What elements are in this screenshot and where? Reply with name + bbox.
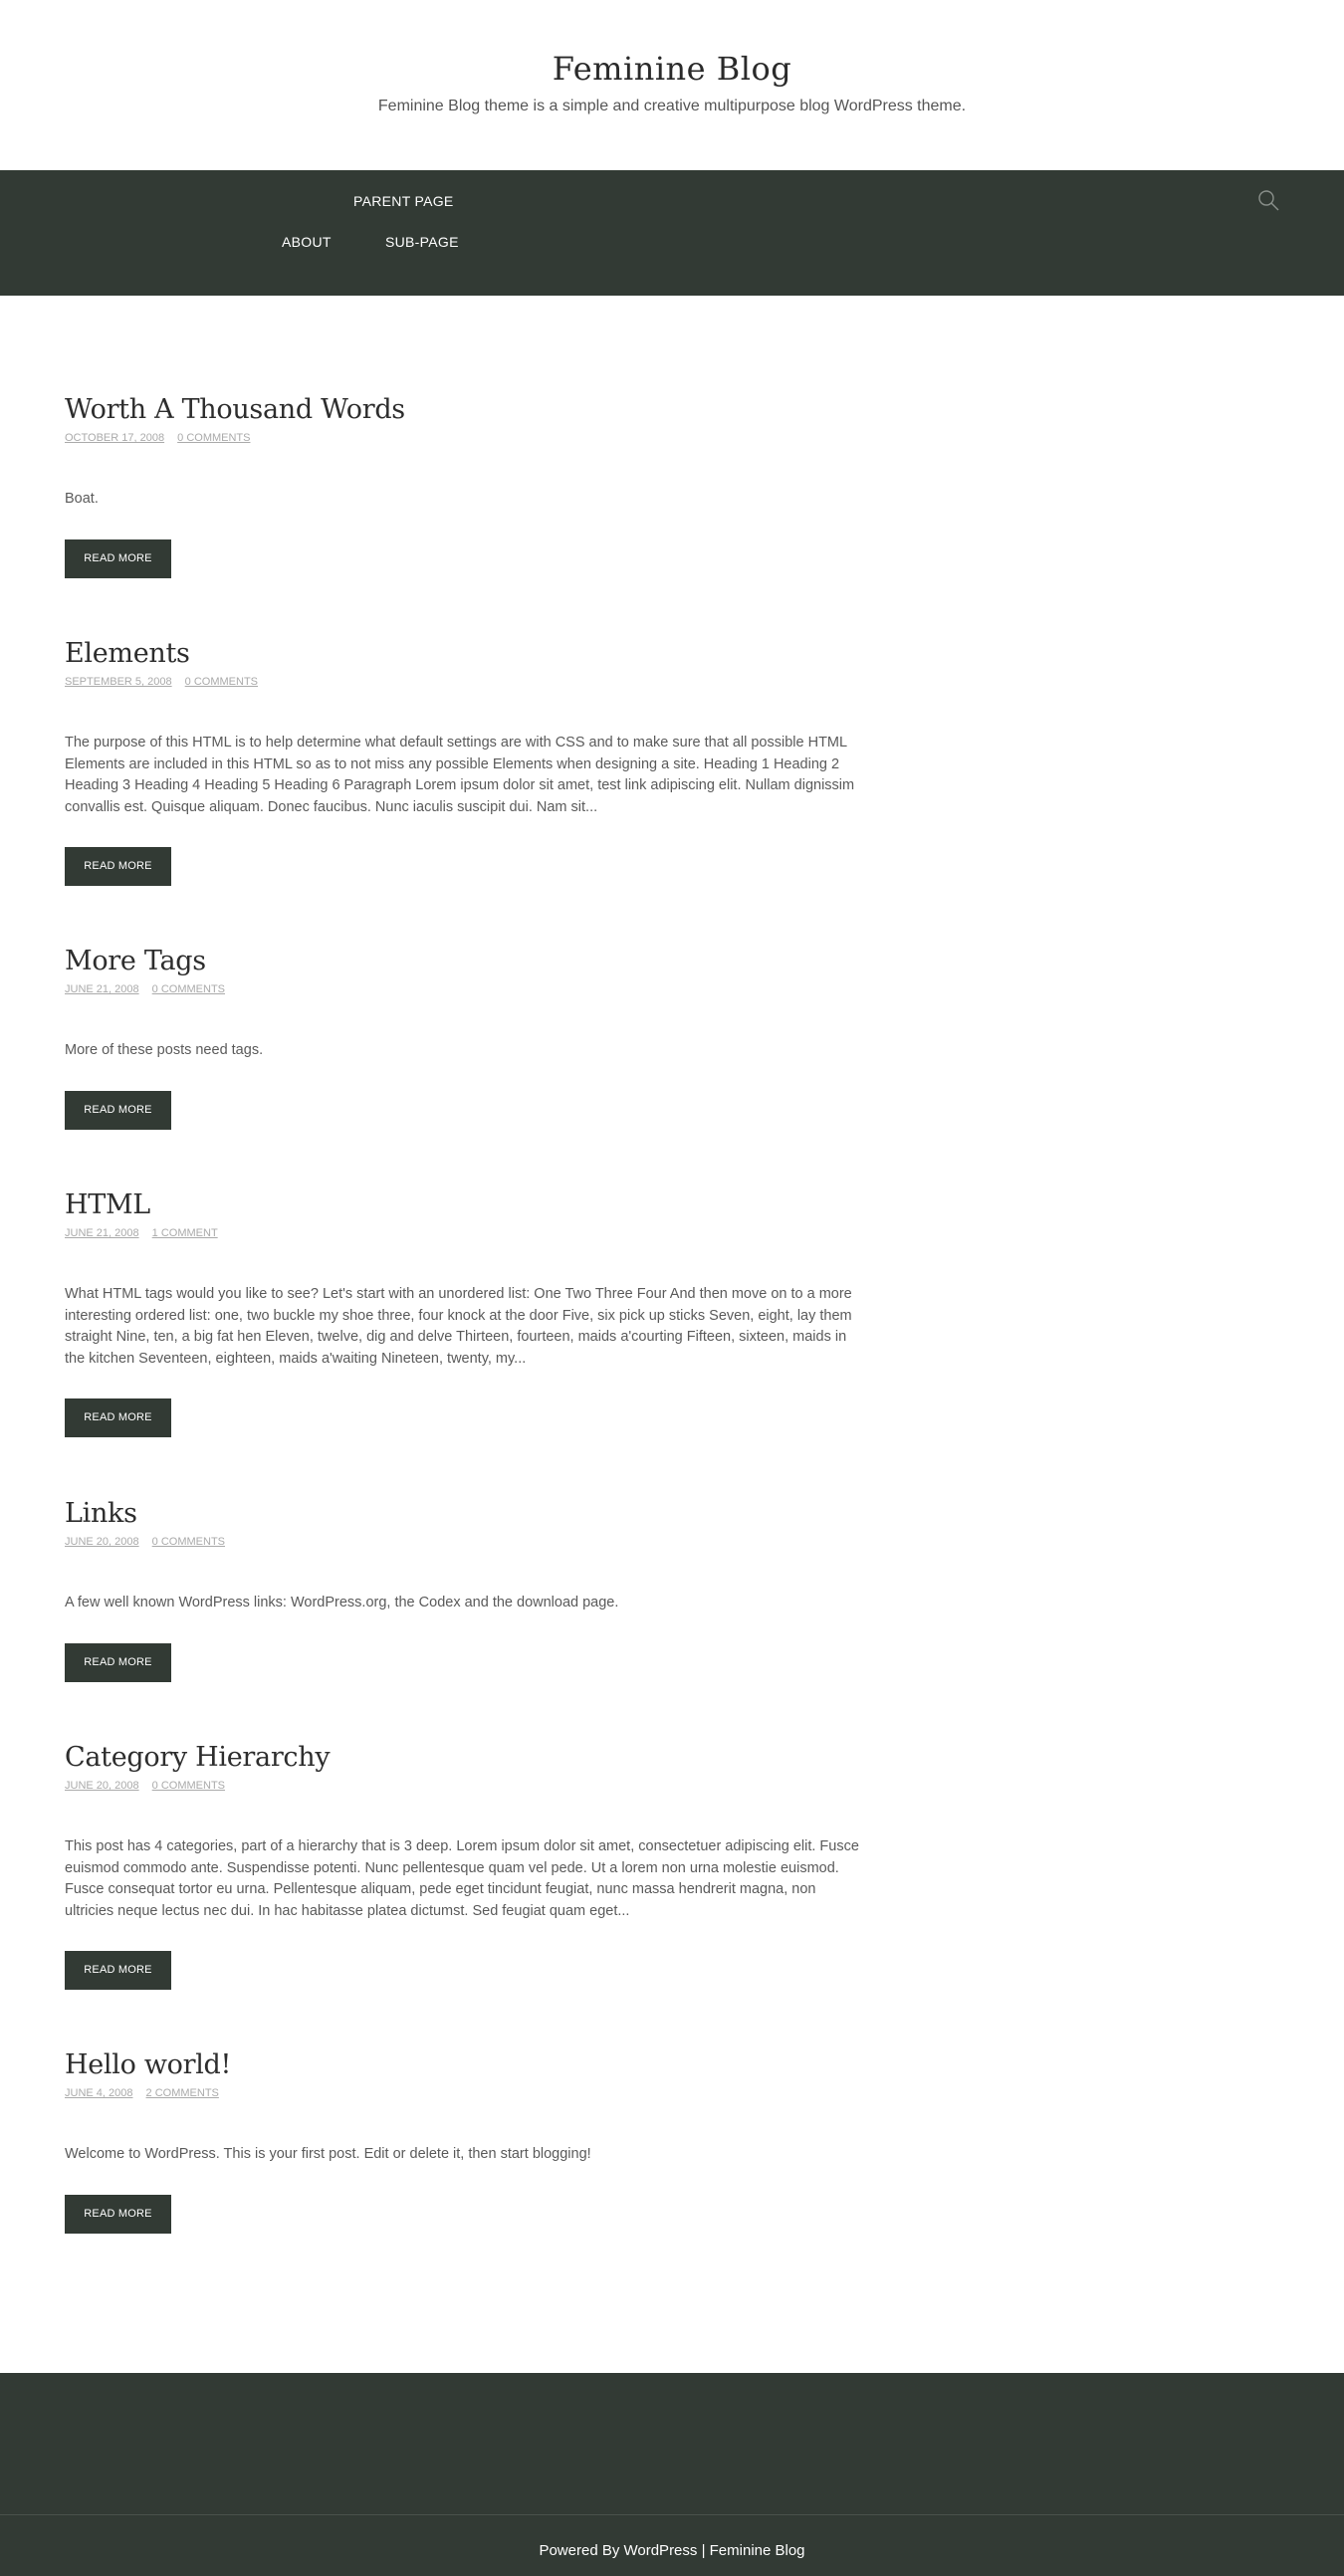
read-more-button[interactable]: READ MORE <box>65 538 171 578</box>
post-meta: SEPTEMBER 5, 2008 0 COMMENTS <box>65 675 861 689</box>
post-title[interactable]: HTML <box>65 1187 861 1223</box>
post-article: Hello world! JUNE 4, 2008 2 COMMENTS Wel… <box>65 2047 861 2234</box>
post-comments-link[interactable]: 0 COMMENTS <box>177 432 250 444</box>
post-date-link[interactable]: JUNE 20, 2008 <box>65 1536 139 1548</box>
read-more-button[interactable]: READ MORE <box>65 847 171 886</box>
read-more-button[interactable]: READ MORE <box>65 1951 171 1990</box>
nav-item-about[interactable]: ABOUT <box>282 234 332 250</box>
site-title[interactable]: Feminine Blog <box>0 50 1344 88</box>
post-excerpt: More of these posts need tags. <box>65 1042 264 1058</box>
footer-separator: | <box>697 2542 710 2559</box>
footer-site-link[interactable]: Feminine Blog <box>710 2542 805 2559</box>
search-icon[interactable] <box>1256 188 1280 212</box>
post-article: HTML JUNE 21, 2008 1 COMMENT What HTML t… <box>65 1187 861 1437</box>
footer-divider <box>0 2514 1344 2515</box>
post-date-link[interactable]: OCTOBER 17, 2008 <box>65 432 164 444</box>
post-comments-link[interactable]: 1 COMMENT <box>152 1227 218 1239</box>
read-more-button[interactable]: READ MORE <box>65 1642 171 1682</box>
post-comments-link[interactable]: 0 COMMENTS <box>185 676 258 688</box>
post-date-link[interactable]: JUNE 21, 2008 <box>65 1227 139 1239</box>
post-date-link[interactable]: SEPTEMBER 5, 2008 <box>65 676 172 688</box>
post-article: Links JUNE 20, 2008 0 COMMENTS A few wel… <box>65 1496 861 1682</box>
post-excerpt: This post has 4 categories, part of a hi… <box>65 1838 859 1919</box>
read-more-button[interactable]: READ MORE <box>65 1090 171 1130</box>
post-meta: JUNE 4, 2008 2 COMMENTS <box>65 2086 861 2100</box>
post-date-link[interactable]: JUNE 21, 2008 <box>65 983 139 995</box>
post-article: Category Hierarchy JUNE 20, 2008 0 COMME… <box>65 1740 861 1990</box>
footer-credit: Powered By WordPress | Feminine Blog <box>0 2542 1344 2559</box>
post-title[interactable]: Worth A Thousand Words <box>65 392 861 428</box>
post-title[interactable]: Elements <box>65 636 861 672</box>
main-navigation: PARENT PAGE ABOUT SUB-PAGE <box>0 170 1344 296</box>
post-excerpt: What HTML tags would you like to see? Le… <box>65 1286 852 1367</box>
post-excerpt: Welcome to WordPress. This is your first… <box>65 2146 591 2162</box>
post-comments-link[interactable]: 0 COMMENTS <box>152 983 225 995</box>
post-date-link[interactable]: JUNE 4, 2008 <box>65 2087 132 2099</box>
nav-item-parent-page[interactable]: PARENT PAGE <box>353 193 454 209</box>
post-article: More Tags JUNE 21, 2008 0 COMMENTS More … <box>65 944 861 1130</box>
read-more-button[interactable]: READ MORE <box>65 2194 171 2234</box>
post-comments-link[interactable]: 0 COMMENTS <box>152 1536 225 1548</box>
post-article: Elements SEPTEMBER 5, 2008 0 COMMENTS Th… <box>65 636 861 886</box>
powered-by-link[interactable]: Powered By WordPress <box>539 2542 697 2559</box>
post-comments-link[interactable]: 2 COMMENTS <box>146 2087 219 2099</box>
site-tagline: Feminine Blog theme is a simple and crea… <box>377 98 967 114</box>
post-meta: JUNE 20, 2008 0 COMMENTS <box>65 1535 861 1549</box>
site-header: Feminine Blog Feminine Blog theme is a s… <box>0 0 1344 170</box>
post-excerpt: A few well known WordPress links: WordPr… <box>65 1595 619 1610</box>
post-article: Worth A Thousand Words OCTOBER 17, 2008 … <box>65 392 861 578</box>
post-comments-link[interactable]: 0 COMMENTS <box>152 1780 225 1792</box>
post-date-link[interactable]: JUNE 20, 2008 <box>65 1780 139 1792</box>
post-title[interactable]: Hello world! <box>65 2047 861 2083</box>
post-title[interactable]: Category Hierarchy <box>65 1740 861 1776</box>
read-more-button[interactable]: READ MORE <box>65 1398 171 1437</box>
post-meta: JUNE 20, 2008 0 COMMENTS <box>65 1779 861 1793</box>
post-meta: OCTOBER 17, 2008 0 COMMENTS <box>65 431 861 445</box>
post-title[interactable]: More Tags <box>65 944 861 979</box>
site-footer: Powered By WordPress | Feminine Blog <box>0 2373 1344 2576</box>
post-meta: JUNE 21, 2008 0 COMMENTS <box>65 982 861 996</box>
nav-item-sub-page[interactable]: SUB-PAGE <box>385 234 459 250</box>
post-title[interactable]: Links <box>65 1496 861 1532</box>
post-excerpt: Boat. <box>65 491 99 507</box>
post-excerpt: The purpose of this HTML is to help dete… <box>65 735 855 815</box>
post-meta: JUNE 21, 2008 1 COMMENT <box>65 1226 861 1240</box>
